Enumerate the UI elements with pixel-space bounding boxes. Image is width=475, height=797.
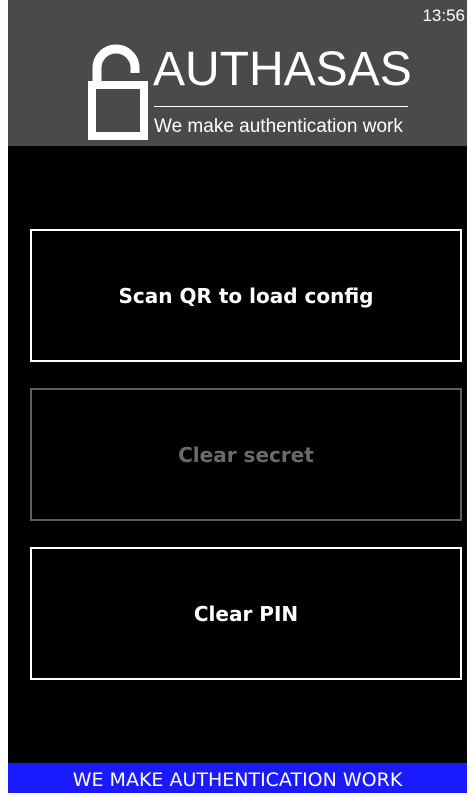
brand-name: AUTHASAS	[153, 43, 412, 96]
clear-secret-button: Clear secret	[30, 388, 462, 521]
clear-pin-button-label: Clear PIN	[193, 601, 299, 626]
app-header: 13:56 AUTHASAS We make authentication wo…	[8, 0, 467, 146]
footer-banner: WE MAKE AUTHENTICATION WORK	[8, 763, 467, 793]
brand-divider	[154, 106, 408, 107]
app-screen: 13:56 AUTHASAS We make authentication wo…	[8, 0, 467, 793]
status-bar-time: 13:56	[422, 6, 465, 25]
brand-logo: AUTHASAS We make authentication work	[88, 40, 412, 140]
clear-pin-button[interactable]: Clear PIN	[30, 547, 462, 680]
scan-qr-button-label: Scan QR to load config	[118, 283, 374, 308]
brand-tagline: We make authentication work	[154, 116, 403, 137]
padlock-icon	[88, 44, 148, 140]
scan-qr-button[interactable]: Scan QR to load config	[30, 229, 462, 362]
clear-secret-button-label: Clear secret	[178, 442, 314, 467]
